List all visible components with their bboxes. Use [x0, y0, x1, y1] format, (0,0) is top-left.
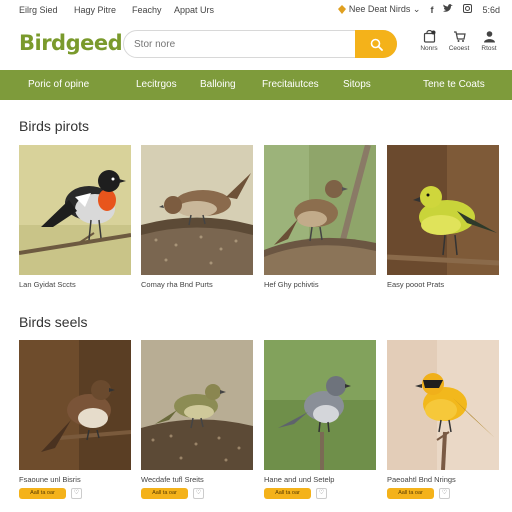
- nav-item-1[interactable]: Poric of opine: [28, 79, 89, 90]
- promo-link[interactable]: Nee Deat Nirds ⌄: [337, 4, 421, 15]
- logo[interactable]: Birdgeed: [19, 31, 123, 55]
- search-input[interactable]: [134, 36, 354, 52]
- main-nav: Poric of opine Lecitrgos Balloing Frecit…: [0, 70, 512, 100]
- product-name[interactable]: Comay rha Bnd Purts: [141, 280, 253, 289]
- header-icon-2[interactable]: Ceoest: [448, 30, 470, 52]
- top-utility-bar: Eilrg Sied Hagy Pitre Feachy Appat Urs N…: [0, 0, 512, 22]
- finch-photo[interactable]: [264, 145, 376, 275]
- section-title: Birds seels: [19, 314, 88, 330]
- tag-icon: [337, 5, 346, 15]
- twitter-icon[interactable]: [443, 4, 454, 15]
- add-to-cart-button[interactable]: Aall ta oar: [387, 488, 434, 499]
- product-card[interactable]: Hane and und Setelp Aall ta oar ♡: [264, 340, 376, 499]
- add-to-cart-button[interactable]: Aall ta oar: [19, 488, 66, 499]
- search-button[interactable]: [355, 30, 397, 58]
- header-icon-label: Nonrs: [420, 45, 438, 52]
- sparrow-photo[interactable]: [141, 145, 253, 275]
- product-name[interactable]: Hef Ghy pchivtis: [264, 280, 376, 289]
- favorite-button[interactable]: ♡: [71, 488, 82, 499]
- header-icon-1[interactable]: Nonrs: [418, 30, 440, 52]
- top-link-3[interactable]: Feachy: [132, 5, 162, 15]
- product-name[interactable]: Fsaoune unl Bisris: [19, 475, 131, 484]
- add-to-cart-button[interactable]: Aall ta oar: [264, 488, 311, 499]
- account-icon[interactable]: [463, 4, 473, 15]
- promo-label: Nee Deat Nirds: [348, 4, 411, 14]
- add-to-cart-button[interactable]: Aall ta oar: [141, 488, 188, 499]
- cart-count: 5:6d: [482, 4, 500, 15]
- top-link-4[interactable]: Appat Urs: [174, 5, 214, 15]
- product-card[interactable]: Paeoahtl Bnd Nrings Aall ta oar ♡: [387, 340, 499, 499]
- card-actions: Aall ta oar ♡: [19, 488, 131, 499]
- robin-photo[interactable]: [19, 145, 131, 275]
- product-card[interactable]: Easy pooot Prats: [387, 145, 499, 289]
- nav-item-5[interactable]: Sitops: [343, 79, 371, 90]
- favorite-button[interactable]: ♡: [193, 488, 204, 499]
- header-icon-3[interactable]: Rtost: [478, 30, 500, 52]
- user-icon: [483, 31, 495, 43]
- card-actions: Aall ta oar ♡: [264, 488, 376, 499]
- search-icon: [370, 38, 383, 51]
- nav-item-2[interactable]: Lecitrgos: [136, 79, 177, 90]
- product-card[interactable]: Lan Gyidat Sccts: [19, 145, 131, 289]
- product-name[interactable]: Paeoahtl Bnd Nrings: [387, 475, 499, 484]
- facebook-icon[interactable]: f: [430, 5, 433, 15]
- favorite-button[interactable]: ♡: [316, 488, 327, 499]
- section-title: Birds pirots: [19, 118, 90, 134]
- product-card[interactable]: Hef Ghy pchivtis: [264, 145, 376, 289]
- header-icon-label: Rtost: [481, 45, 497, 52]
- product-card[interactable]: Wecdafe tufl Sreits Aall ta oar ♡: [141, 340, 253, 499]
- product-card[interactable]: Fsaoune unl Bisris Aall ta oar ♡: [19, 340, 131, 499]
- favorite-button[interactable]: ♡: [439, 488, 450, 499]
- nav-item-6[interactable]: Tene te Coats: [423, 79, 485, 90]
- site-header: Birdgeed Nonrs Ceoest Rtost: [0, 22, 512, 70]
- header-icons: Nonrs Ceoest Rtost: [418, 30, 500, 52]
- product-card[interactable]: Comay rha Bnd Purts: [141, 145, 253, 289]
- junco-photo[interactable]: [264, 340, 376, 470]
- sparrow-photo[interactable]: [19, 340, 131, 470]
- bag-icon: [423, 30, 435, 43]
- product-name[interactable]: Easy pooot Prats: [387, 280, 499, 289]
- search-bar: [123, 30, 397, 58]
- nav-item-4[interactable]: Frecitaiutces: [262, 79, 319, 90]
- card-actions: Aall ta oar ♡: [387, 488, 499, 499]
- product-name[interactable]: Lan Gyidat Sccts: [19, 280, 131, 289]
- card-actions: Aall ta oar ♡: [141, 488, 253, 499]
- oriole-photo[interactable]: [387, 340, 499, 470]
- top-link-2[interactable]: Hagy Pitre: [74, 5, 116, 15]
- product-name[interactable]: Hane and und Setelp: [264, 475, 376, 484]
- nav-item-3[interactable]: Balloing: [200, 79, 236, 90]
- goldfinch-photo[interactable]: [387, 145, 499, 275]
- chevron-down-icon: ⌄: [410, 4, 421, 14]
- cart-icon: [453, 31, 466, 42]
- top-link-1[interactable]: Eilrg Sied: [19, 5, 58, 15]
- product-name[interactable]: Wecdafe tufl Sreits: [141, 475, 253, 484]
- header-icon-label: Ceoest: [448, 45, 470, 52]
- warbler-photo[interactable]: [141, 340, 253, 470]
